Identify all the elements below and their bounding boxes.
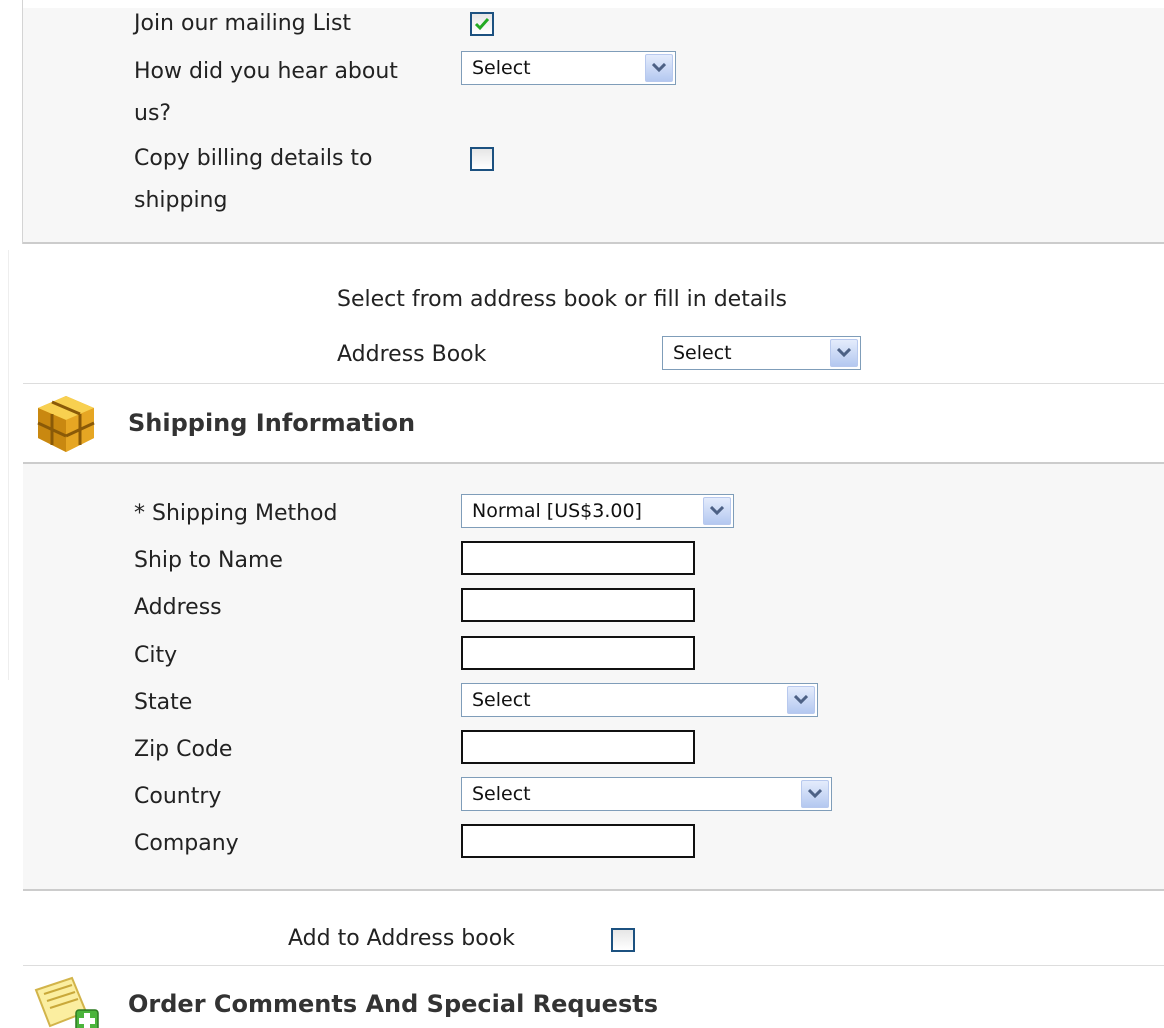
zip-code-label: Zip Code bbox=[134, 737, 233, 762]
address-book-hint: Select from address book or fill in deta… bbox=[337, 287, 788, 312]
chevron-down-icon bbox=[710, 506, 724, 516]
city-input[interactable] bbox=[461, 636, 695, 670]
zip-code-input[interactable] bbox=[461, 730, 695, 764]
country-label: Country bbox=[134, 784, 222, 809]
address-input[interactable] bbox=[461, 588, 695, 622]
state-select[interactable]: Select bbox=[461, 683, 818, 717]
note-add-icon bbox=[34, 976, 99, 1028]
dropdown-arrow-button[interactable] bbox=[703, 497, 731, 525]
shipping-method-label: * Shipping Method bbox=[134, 501, 338, 526]
package-box-icon bbox=[37, 396, 95, 452]
shipping-title: Shipping Information bbox=[128, 409, 416, 437]
chevron-down-icon bbox=[808, 789, 822, 799]
add-to-address-book-label: Add to Address book bbox=[288, 926, 515, 951]
ship-to-name-input[interactable] bbox=[461, 541, 695, 575]
address-book-label: Address Book bbox=[337, 342, 487, 367]
add-to-address-book-checkbox[interactable] bbox=[611, 928, 635, 952]
dropdown-arrow-button[interactable] bbox=[830, 339, 858, 367]
country-value: Select bbox=[472, 783, 531, 805]
mailing-list-label: Join our mailing List bbox=[134, 11, 352, 36]
city-label: City bbox=[134, 643, 178, 668]
address-book-select[interactable]: Select bbox=[662, 336, 861, 370]
copy-billing-checkbox[interactable] bbox=[470, 147, 494, 171]
ship-to-name-label: Ship to Name bbox=[134, 548, 283, 573]
chevron-down-icon bbox=[794, 695, 808, 705]
comments-title: Order Comments And Special Requests bbox=[128, 990, 658, 1018]
hear-about-label-2: us? bbox=[134, 101, 172, 126]
copy-billing-label-1: Copy billing details to bbox=[134, 146, 373, 171]
state-label: State bbox=[134, 690, 193, 715]
dropdown-arrow-button[interactable] bbox=[787, 686, 815, 714]
chevron-down-icon bbox=[837, 348, 851, 358]
copy-billing-label-2: shipping bbox=[134, 188, 228, 213]
dropdown-arrow-button[interactable] bbox=[645, 54, 673, 82]
shipping-method-select[interactable]: Normal [US$3.00] bbox=[461, 494, 734, 528]
hear-about-select[interactable]: Select bbox=[461, 51, 676, 85]
mailing-list-checkbox[interactable] bbox=[470, 12, 494, 36]
company-label: Company bbox=[134, 831, 239, 856]
left-edge-line bbox=[8, 250, 9, 680]
check-mark-icon bbox=[474, 18, 490, 31]
state-value: Select bbox=[472, 689, 531, 711]
shipping-method-value: Normal [US$3.00] bbox=[472, 500, 642, 522]
hear-about-value: Select bbox=[472, 57, 531, 79]
hear-about-label-1: How did you hear about bbox=[134, 59, 398, 84]
dropdown-arrow-button[interactable] bbox=[801, 780, 829, 808]
country-select[interactable]: Select bbox=[461, 777, 832, 811]
company-input[interactable] bbox=[461, 824, 695, 858]
address-label: Address bbox=[134, 595, 222, 620]
chevron-down-icon bbox=[652, 63, 666, 73]
address-book-value: Select bbox=[673, 342, 732, 364]
